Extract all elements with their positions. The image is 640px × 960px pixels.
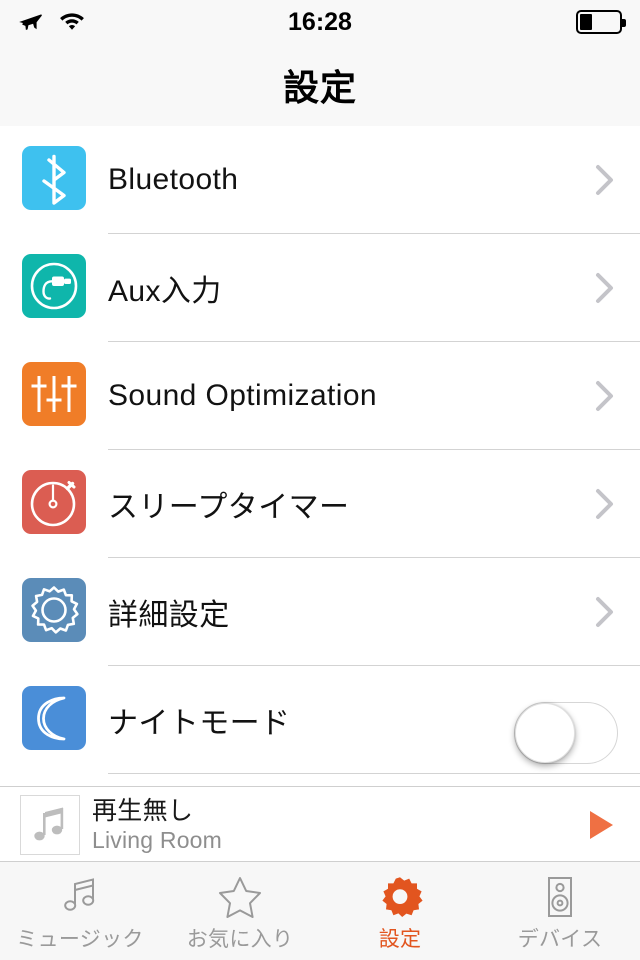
chevron-right-icon <box>594 272 616 304</box>
now-playing-title: 再生無し <box>92 797 194 825</box>
equalizer-icon <box>22 362 86 426</box>
night-mode-toggle[interactable] <box>514 702 618 764</box>
status-bar: 16:28 <box>0 0 640 44</box>
bluetooth-icon <box>22 146 86 210</box>
settings-row-bluetooth[interactable]: Bluetooth <box>0 126 640 234</box>
gear-icon <box>22 578 86 642</box>
speaker-icon <box>538 872 582 922</box>
play-icon[interactable] <box>586 809 616 841</box>
tab-music[interactable]: ミュージック <box>0 862 160 960</box>
tab-label: お気に入り <box>186 928 294 951</box>
settings-row-sleep-timer[interactable]: スリープタイマー <box>0 450 640 558</box>
page-title: 設定 <box>282 67 357 108</box>
tab-bar: ミュージック お気に入り 設定 デバイス <box>0 862 640 960</box>
aux-input-icon <box>22 254 86 318</box>
stopwatch-icon <box>22 470 86 534</box>
tab-label: 設定 <box>378 928 422 951</box>
now-playing-bar[interactable]: 再生無し Living Room <box>0 786 640 862</box>
gear-icon <box>377 872 423 922</box>
music-note-icon <box>57 872 103 922</box>
settings-row-label: 詳細設定 <box>108 599 230 632</box>
settings-row-label: Aux入力 <box>108 275 222 308</box>
battery-icon <box>576 10 626 34</box>
status-bar-clock: 16:28 <box>288 7 352 36</box>
star-icon <box>216 872 264 922</box>
tab-label: デバイス <box>517 928 603 951</box>
settings-list: Bluetooth Aux入力 Sound Optimization スリープタ… <box>0 126 640 786</box>
navigation-bar: 設定 <box>0 44 640 126</box>
settings-row-label: スリープタイマー <box>108 491 350 524</box>
settings-row-label: ナイトモード <box>108 707 291 740</box>
status-bar-right <box>576 0 626 44</box>
tab-devices[interactable]: デバイス <box>480 862 640 960</box>
row-separator <box>108 773 640 774</box>
now-playing-artwork <box>20 795 80 855</box>
chevron-right-icon <box>594 488 616 520</box>
moon-icon <box>22 686 86 750</box>
tab-favorites[interactable]: お気に入り <box>160 862 320 960</box>
settings-row-label: Sound Optimization <box>108 379 378 412</box>
chevron-right-icon <box>594 380 616 412</box>
now-playing-subtitle: Living Room <box>92 827 223 853</box>
tab-settings[interactable]: 設定 <box>320 862 480 960</box>
now-playing-text: 再生無し Living Room <box>92 796 222 854</box>
settings-row-sound-optimization[interactable]: Sound Optimization <box>0 342 640 450</box>
toggle-knob <box>515 703 575 763</box>
chevron-right-icon <box>594 596 616 628</box>
settings-row-advanced[interactable]: 詳細設定 <box>0 558 640 666</box>
tab-label: ミュージック <box>16 928 144 951</box>
settings-row-aux-input[interactable]: Aux入力 <box>0 234 640 342</box>
chevron-right-icon <box>594 164 616 196</box>
settings-row-label: Bluetooth <box>108 163 239 196</box>
settings-screen: 16:28 設定 Bluetooth Aux入力 Sound Optimizat… <box>0 0 640 960</box>
settings-row-night-mode[interactable]: ナイトモード <box>0 666 640 774</box>
